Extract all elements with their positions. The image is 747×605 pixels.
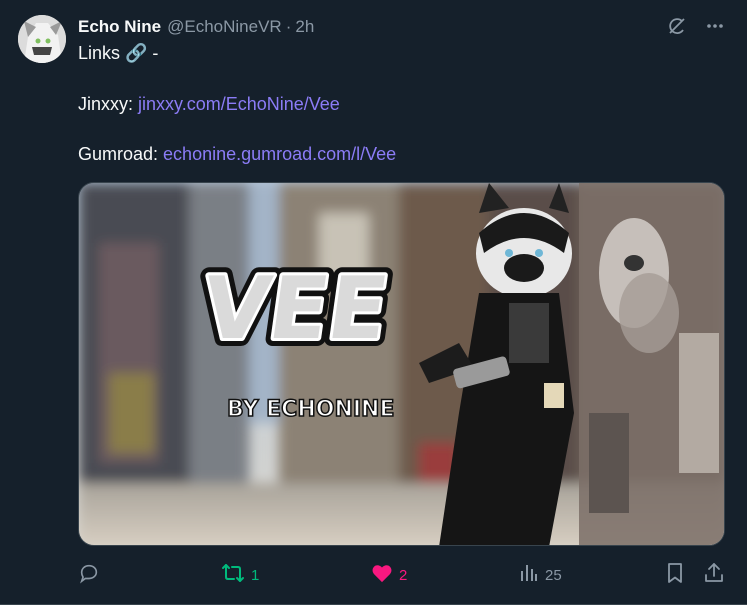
reply-icon <box>78 562 100 588</box>
like-button[interactable]: 2 <box>371 562 407 588</box>
action-bar: 1 2 25 <box>78 562 728 588</box>
views-icon <box>519 563 539 587</box>
tweet-media-image[interactable]: VEE VEE VEE BY ECHONINE <box>78 182 725 546</box>
tweet-text-line-1: Links 🔗 - <box>78 43 159 63</box>
more-icon[interactable] <box>703 14 727 38</box>
like-count: 2 <box>399 566 408 584</box>
author-name[interactable]: Echo Nine <box>78 17 161 37</box>
svg-text:VEE: VEE <box>196 259 394 359</box>
timestamp[interactable]: 2h <box>295 17 314 37</box>
like-icon <box>371 563 393 587</box>
views-count: 25 <box>545 566 562 584</box>
bookmark-button[interactable] <box>665 562 685 588</box>
tweet-text-jinxxy: Jinxxy: jinxxy.com/EchoNine/Vee <box>78 94 340 115</box>
views-button[interactable]: 25 <box>519 562 562 588</box>
tweet-header: Echo Nine @EchoNineVR · 2h <box>78 16 727 38</box>
tweet-text-gumroad: Gumroad: echonine.gumroad.com/l/Vee <box>78 144 396 165</box>
author-handle[interactable]: @EchoNineVR <box>167 17 282 37</box>
header-actions <box>665 14 727 38</box>
share-button[interactable] <box>703 562 725 588</box>
svg-text:BY ECHONINE: BY ECHONINE <box>227 397 394 422</box>
jinxxy-link[interactable]: jinxxy.com/EchoNine/Vee <box>138 94 340 114</box>
tweet[interactable]: Echo Nine @EchoNineVR · 2h Links 🔗 - Jin… <box>0 0 747 605</box>
gumroad-label: Gumroad: <box>78 144 164 164</box>
grok-icon[interactable] <box>665 14 689 38</box>
share-icon <box>703 562 725 588</box>
repost-icon <box>221 562 245 588</box>
repost-count: 1 <box>251 566 260 584</box>
repost-button[interactable]: 1 <box>221 562 259 588</box>
gumroad-link[interactable]: echonine.gumroad.com/l/Vee <box>163 144 396 164</box>
jinxxy-label: Jinxxy: <box>78 94 139 114</box>
avatar[interactable] <box>18 15 66 63</box>
bookmark-icon <box>665 562 685 588</box>
separator-dot: · <box>285 17 292 36</box>
reply-button[interactable] <box>78 562 106 588</box>
